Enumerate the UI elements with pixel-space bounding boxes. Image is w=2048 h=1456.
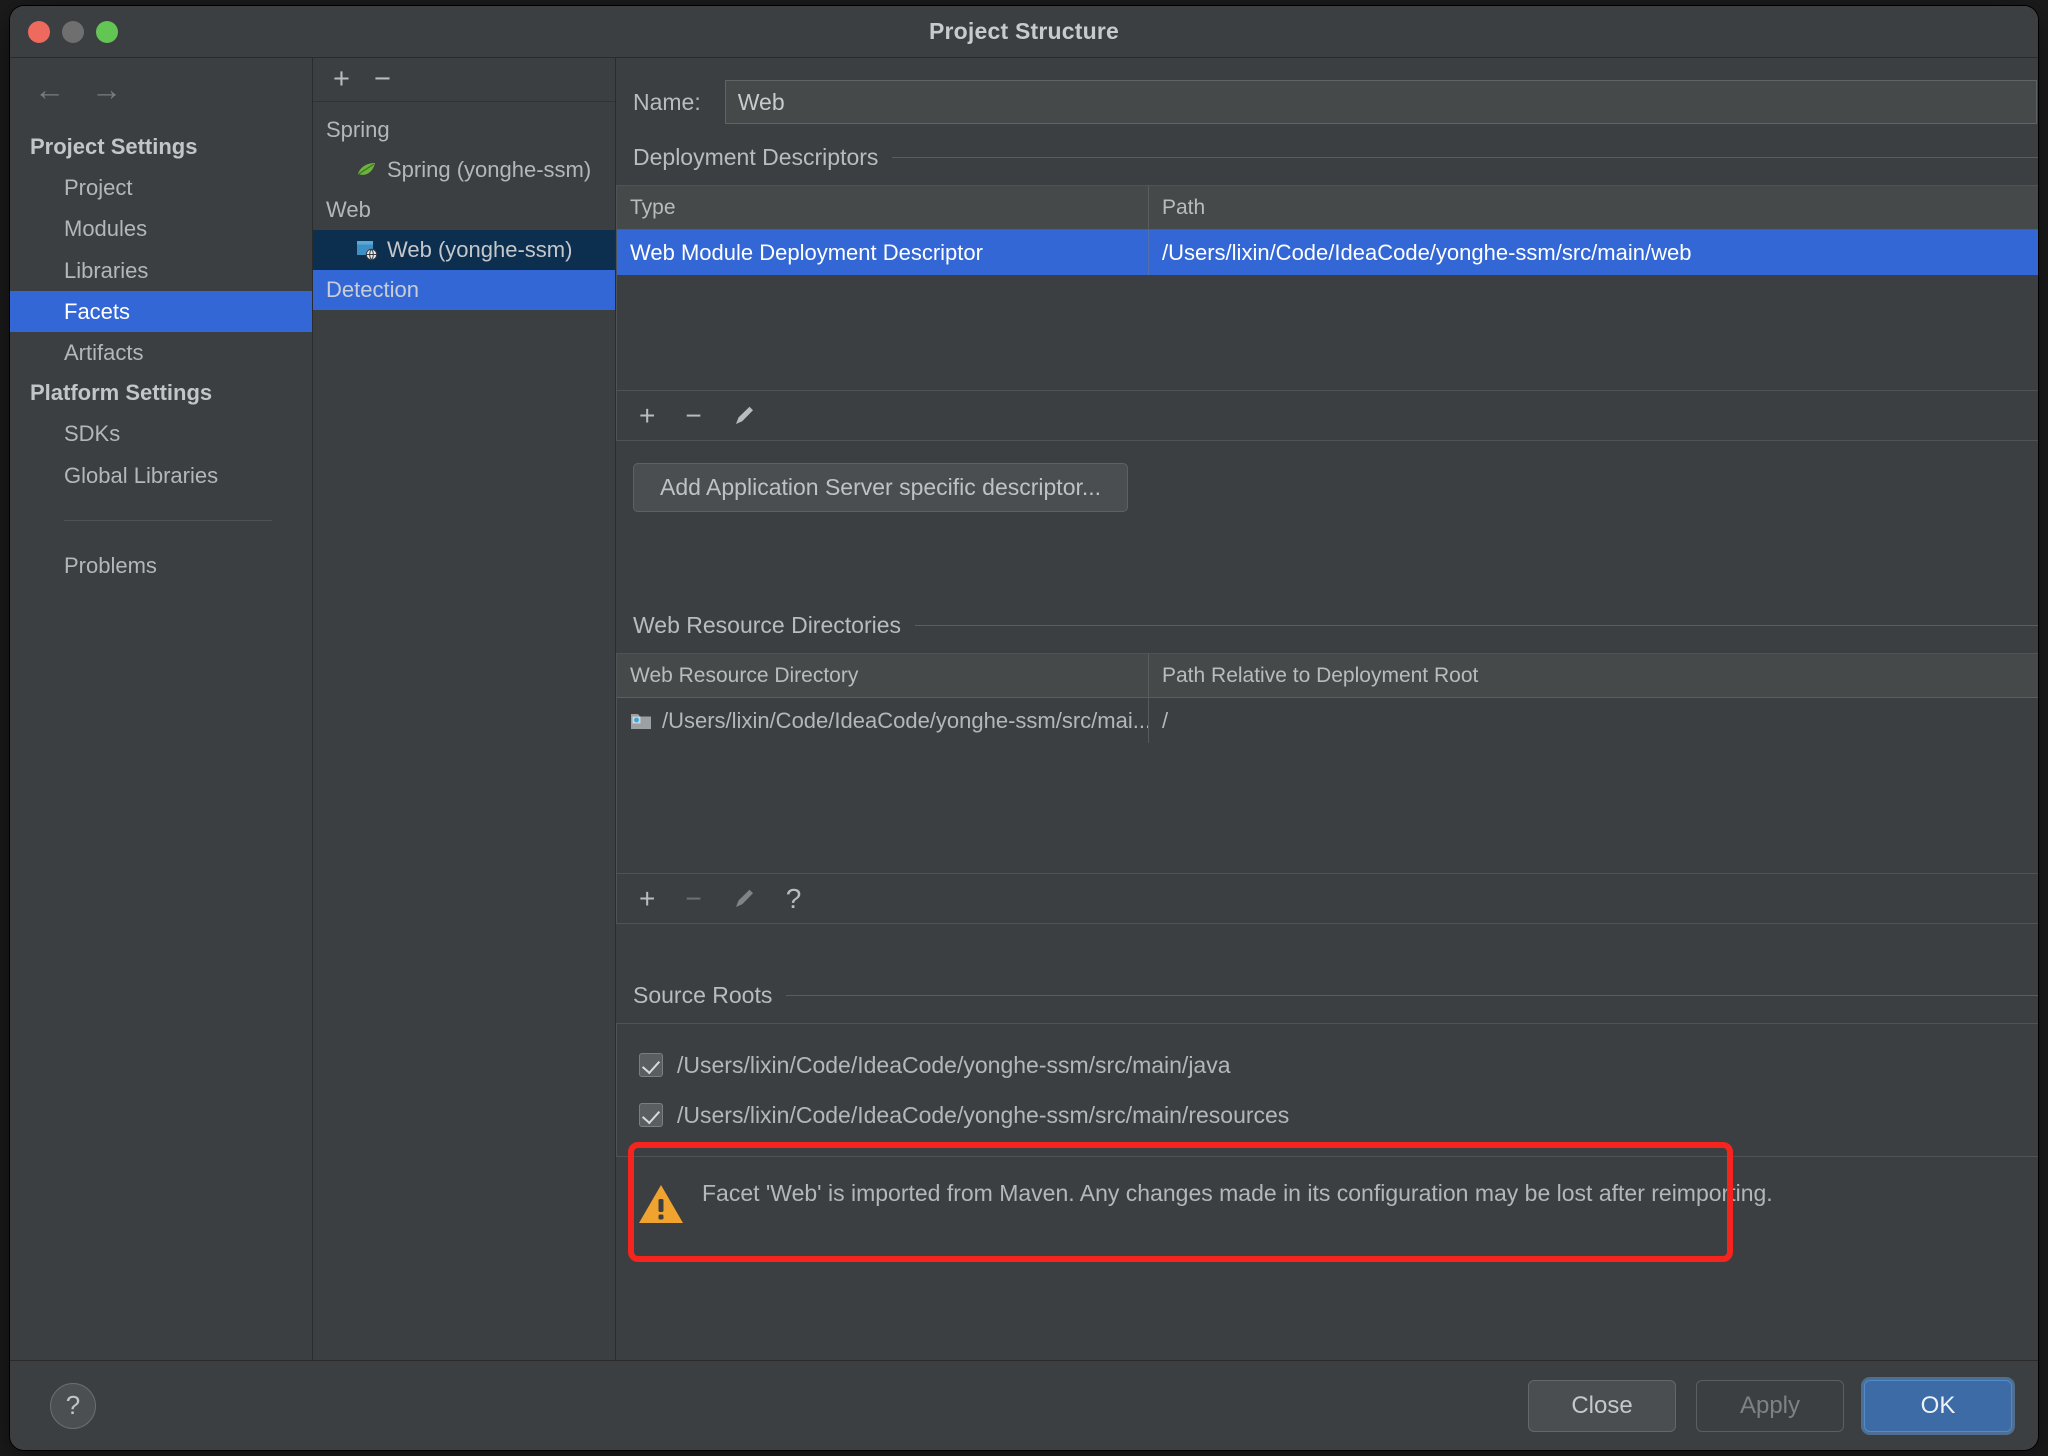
cell-path: /Users/lixin/Code/IdeaCode/yonghe-ssm/sr… — [1148, 230, 2038, 275]
web-resource-directories-section: Web Resource Directories Web Resource Di… — [616, 612, 2038, 924]
warning-triangle-icon — [638, 1183, 684, 1225]
column-header-type[interactable]: Type — [617, 186, 1148, 229]
ok-button[interactable]: OK — [1864, 1379, 2012, 1432]
forward-arrow-icon[interactable]: → — [91, 74, 122, 105]
sidebar-item-sdks[interactable]: SDKs — [10, 413, 312, 454]
cell-web-resource-directory: /Users/lixin/Code/IdeaCode/yonghe-ssm/sr… — [617, 698, 1148, 743]
window-titlebar: Project Structure — [10, 6, 2038, 58]
nav-history-controls: ← → — [10, 64, 312, 127]
tree-group-web[interactable]: Web — [313, 190, 615, 230]
section-divider — [892, 157, 2038, 158]
cell-type: Web Module Deployment Descriptor — [630, 239, 983, 265]
facet-detail-panel: Name: Deployment Descriptors Type Path W… — [616, 58, 2038, 1360]
deployment-descriptors-table: Type Path Web Module Deployment Descript… — [616, 185, 2038, 391]
column-header-path-relative[interactable]: Path Relative to Deployment Root — [1148, 654, 2038, 697]
source-roots-list: /Users/lixin/Code/IdeaCode/yonghe-ssm/sr… — [616, 1023, 2038, 1157]
table-row[interactable]: Web Module Deployment Descriptor /Users/… — [617, 230, 2038, 275]
remove-web-resource-icon[interactable]: − — [685, 884, 701, 913]
dialog-body: ← → Project Settings Project Modules Lib… — [10, 58, 2038, 1360]
cell-text: /Users/lixin/Code/IdeaCode/yonghe-ssm/sr… — [662, 707, 1148, 733]
deployment-descriptors-header: Deployment Descriptors — [616, 144, 2038, 171]
tree-row-label: Detection — [326, 277, 419, 302]
facet-name-row: Name: — [616, 58, 2038, 144]
table-empty-area — [617, 275, 2038, 390]
tree-row-label: Web (yonghe-ssm) — [387, 237, 573, 262]
tree-item-web-facet[interactable]: Web (yonghe-ssm) — [313, 230, 615, 270]
sidebar-item-modules[interactable]: Modules — [10, 208, 312, 249]
source-root-label: /Users/lixin/Code/IdeaCode/yonghe-ssm/sr… — [677, 1051, 1231, 1078]
source-root-checkbox[interactable] — [639, 1103, 663, 1127]
table-header-row: Web Resource Directory Path Relative to … — [617, 654, 2038, 698]
cell-path-relative: / — [1148, 698, 2038, 743]
column-header-web-resource-directory[interactable]: Web Resource Directory — [617, 654, 1148, 697]
source-roots-title: Source Roots — [633, 982, 773, 1008]
section-divider — [786, 995, 2038, 996]
deployment-descriptors-title: Deployment Descriptors — [633, 144, 879, 170]
facet-name-label: Name: — [633, 88, 701, 115]
sidebar-item-project[interactable]: Project — [10, 167, 312, 208]
edit-web-resource-icon[interactable] — [732, 887, 756, 911]
sidebar-item-artifacts[interactable]: Artifacts — [10, 332, 312, 373]
folder-web-icon — [630, 711, 652, 731]
window-title: Project Structure — [928, 18, 1119, 44]
source-roots-header: Source Roots — [616, 982, 2038, 1009]
dialog-footer: ? Close Apply OK — [10, 1360, 2038, 1450]
tree-row-label: Web — [326, 197, 371, 222]
list-item[interactable]: /Users/lixin/Code/IdeaCode/yonghe-ssm/sr… — [617, 1040, 2038, 1090]
facets-tree-panel: + − Spring Spring (yonghe-ssm) Web Web (… — [313, 58, 616, 1360]
facet-name-input[interactable] — [724, 80, 2037, 124]
web-resource-directories-table: Web Resource Directory Path Relative to … — [616, 653, 2038, 874]
tree-row-label: Spring — [326, 117, 390, 142]
remove-descriptor-icon[interactable]: − — [685, 401, 701, 430]
table-row[interactable]: /Users/lixin/Code/IdeaCode/yonghe-ssm/sr… — [617, 698, 2038, 743]
tree-group-detection[interactable]: Detection — [313, 270, 615, 310]
sidebar-divider — [64, 520, 272, 522]
add-descriptor-icon[interactable]: + — [639, 401, 655, 430]
web-resource-directories-toolbar: + − ? — [616, 874, 2038, 924]
remove-facet-icon[interactable]: − — [374, 65, 391, 94]
source-root-label: /Users/lixin/Code/IdeaCode/yonghe-ssm/sr… — [677, 1101, 1290, 1128]
add-server-descriptor-wrap: Add Application Server specific descript… — [616, 441, 2038, 512]
sidebar-item-global-libraries[interactable]: Global Libraries — [10, 455, 312, 496]
facet-warning-text: Facet 'Web' is imported from Maven. Any … — [702, 1180, 1773, 1206]
facet-warning: Facet 'Web' is imported from Maven. Any … — [616, 1157, 2038, 1225]
add-facet-icon[interactable]: + — [333, 65, 350, 94]
sidebar-item-facets[interactable]: Facets — [10, 290, 312, 333]
spring-leaf-icon — [356, 159, 378, 181]
project-structure-dialog: Project Structure ← → Project Settings P… — [10, 6, 2038, 1450]
settings-sidebar: ← → Project Settings Project Modules Lib… — [10, 58, 313, 1360]
facets-tree-list: Spring Spring (yonghe-ssm) Web Web (yong… — [313, 102, 615, 1360]
section-divider — [915, 625, 2038, 626]
tree-item-spring-facet[interactable]: Spring (yonghe-ssm) — [313, 150, 615, 190]
sidebar-item-problems[interactable]: Problems — [10, 545, 312, 586]
table-empty-area — [617, 743, 2038, 873]
source-root-checkbox[interactable] — [639, 1053, 663, 1077]
web-facet-icon — [356, 239, 378, 261]
edit-descriptor-icon[interactable] — [732, 404, 756, 428]
add-web-resource-icon[interactable]: + — [639, 884, 655, 913]
back-arrow-icon[interactable]: ← — [34, 74, 65, 105]
sidebar-group-project-settings: Project Settings — [30, 134, 198, 159]
web-resource-directories-title: Web Resource Directories — [633, 612, 902, 638]
tree-group-spring[interactable]: Spring — [313, 110, 615, 150]
sidebar-item-libraries[interactable]: Libraries — [10, 250, 312, 291]
deployment-descriptors-toolbar: + − — [616, 391, 2038, 441]
add-application-server-descriptor-button[interactable]: Add Application Server specific descript… — [633, 463, 1129, 512]
source-roots-section: Source Roots /Users/lixin/Code/IdeaCode/… — [616, 982, 2038, 1225]
sidebar-group-platform-settings: Platform Settings — [30, 380, 213, 406]
table-header-row: Type Path — [617, 186, 2038, 230]
facets-tree-toolbar: + − — [313, 58, 615, 102]
help-button[interactable]: ? — [50, 1382, 96, 1429]
web-resource-help-icon[interactable]: ? — [786, 884, 802, 913]
tree-row-label: Spring (yonghe-ssm) — [387, 157, 592, 182]
footer-button-group: Close Apply OK — [1528, 1379, 2012, 1432]
list-item[interactable]: /Users/lixin/Code/IdeaCode/yonghe-ssm/sr… — [617, 1090, 2038, 1140]
column-header-path[interactable]: Path — [1148, 186, 2038, 229]
apply-button[interactable]: Apply — [1696, 1379, 1844, 1432]
close-button[interactable]: Close — [1528, 1379, 1676, 1432]
web-resource-directories-header: Web Resource Directories — [616, 612, 2038, 639]
